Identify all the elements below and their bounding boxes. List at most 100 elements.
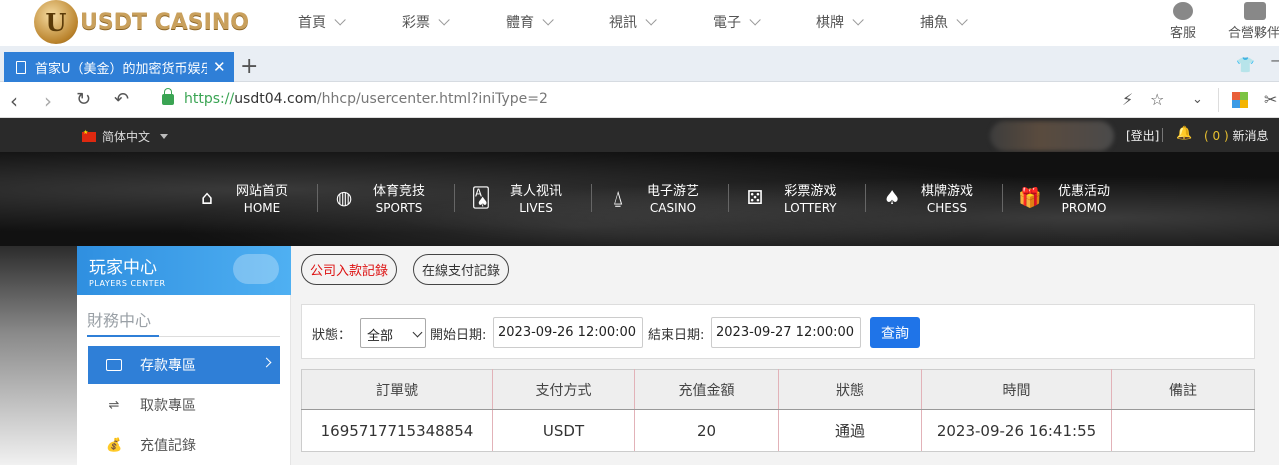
chevron-down-icon [852, 14, 864, 26]
nav-sports[interactable]: ◍ 体育竞技 SPORTS [317, 180, 464, 215]
strip-nav-lottery[interactable]: 彩票 [402, 12, 506, 32]
bell-icon[interactable]: 🔔 [1176, 126, 1192, 141]
tab-online-payment-records[interactable]: 在線支付記錄 [413, 254, 510, 285]
tab-title: 首家U（美金）的加密货币娱乐 [35, 61, 207, 77]
column-status: 狀態 [778, 369, 922, 410]
query-button[interactable]: 查詢 [870, 317, 920, 348]
player-center-sidebar: 玩家中心 PLAYERS CENTER 財務中心 存款專區 ⇌ 取款專區 💰 充… [77, 246, 291, 465]
basketball-icon: ◍ [335, 186, 353, 209]
strip-nav-home[interactable]: 首頁 [298, 12, 402, 32]
gift-icon: 🎁 [1018, 186, 1042, 209]
nav-casino[interactable]: ⍙ 电子游艺 CASINO [591, 180, 738, 215]
deposit-records-table: 訂單號 支付方式 充值金額 狀態 時間 備註 1695717715348854 … [301, 369, 1255, 452]
scissors-icon[interactable]: ✂ [1264, 90, 1277, 109]
china-flag-icon [82, 129, 96, 142]
strip-nav-video[interactable]: 視訊 [609, 12, 713, 32]
end-date-label: 結束日期: [648, 328, 705, 343]
lock-icon [162, 87, 174, 105]
new-tab-icon[interactable]: + [240, 54, 258, 79]
strip-nav-label: 首頁 [298, 15, 326, 31]
sidebar-item-deposit[interactable]: 存款專區 [88, 346, 280, 384]
nav-label-en: LIVES [519, 201, 553, 215]
cell-amount: 20 [634, 409, 779, 452]
status-label: 狀態： [312, 328, 352, 343]
column-order-number: 訂單號 [301, 369, 493, 410]
tab-company-deposit-records[interactable]: 公司入款記錄 [301, 254, 398, 285]
cards-icon: 🂡 [471, 186, 491, 209]
messages-link[interactable]: ( 0 ) 新消息 [1204, 127, 1268, 144]
logo-coin-icon: U [34, 0, 78, 44]
nav-chess[interactable]: ♠ 棋牌游戏 CHESS [865, 180, 1012, 215]
nav-label-en: LOTTERY [784, 201, 837, 215]
strip-nav-label: 電子 [713, 15, 741, 31]
lightning-icon[interactable]: ⚡ [1122, 90, 1133, 109]
table-header-row: 訂單號 支付方式 充值金額 狀態 時間 備註 [301, 369, 1255, 410]
chevron-down-icon [749, 14, 761, 26]
language-selector[interactable]: 简体中文 [82, 128, 169, 145]
close-icon[interactable]: ✕ [213, 58, 226, 76]
nav-lottery[interactable]: ⚄ 彩票游戏 LOTTERY [728, 180, 875, 215]
nav-lives[interactable]: 🂡 真人视讯 LIVES [454, 180, 601, 215]
chevron-down-icon[interactable]: ⌄ [1192, 92, 1203, 107]
address-bar: ‹ › ↻ ↶ https:// usdt04.com /hhcp/userce… [0, 82, 1279, 118]
chevron-down-icon [334, 14, 346, 26]
strip-nav-fishing[interactable]: 捕魚 [920, 12, 1020, 32]
strip-nav-label: 體育 [506, 15, 534, 31]
dice-icon: ⚄ [746, 186, 764, 209]
strip-nav-sports[interactable]: 體育 [506, 12, 609, 32]
nav-label-en: CASINO [649, 201, 697, 215]
nav-label-zh: 网站首页 [236, 184, 289, 199]
skin-icon[interactable]: 👕 [1236, 56, 1255, 74]
strip-nav-label: 視訊 [609, 15, 637, 31]
nav-label-zh: 真人视讯 [510, 184, 563, 199]
browser-tab[interactable]: 首家U（美金）的加密货币娱乐 ✕ [4, 52, 234, 82]
nav-label-zh: 体育竞技 [373, 184, 426, 199]
moneybag-icon: 💰 [106, 437, 123, 453]
sidebar-item-withdraw[interactable]: ⇌ 取款專區 [88, 386, 280, 424]
end-date-input[interactable]: 2023-09-27 12:00:00 [711, 317, 861, 348]
gamepad-icon [233, 254, 279, 284]
site-logo[interactable]: U USDT CASINO [34, 0, 249, 44]
sidebar-item-label: 存款專區 [140, 358, 196, 374]
sidebar-item-label: 充值記錄 [140, 438, 196, 454]
chevron-down-icon [438, 14, 450, 26]
nav-label-zh: 优惠活动 [1058, 184, 1111, 199]
customer-service-link[interactable]: 客服 [1170, 2, 1196, 41]
nav-label-en: HOME [243, 201, 281, 215]
back-icon[interactable]: ‹ [10, 89, 18, 113]
logo-text: USDT CASINO [80, 9, 249, 35]
forward-icon[interactable]: › [44, 89, 52, 113]
star-icon[interactable]: ☆ [1150, 90, 1164, 109]
message-count: ( 0 ) [1204, 129, 1229, 143]
nav-promo-text: 优惠活动 PROMO [1058, 180, 1110, 215]
card-icon [106, 359, 122, 371]
withdraw-icon: ⇌ [108, 397, 120, 413]
apps-icon[interactable] [1232, 92, 1248, 108]
nav-label-zh: 棋牌游戏 [921, 184, 974, 199]
strip-nav-electronic[interactable]: 電子 [713, 12, 816, 32]
browser-tab-bar: 首家U（美金）的加密货币娱乐 ✕ + 👕 − [0, 46, 1279, 82]
url-host: usdt04.com [234, 91, 317, 107]
nav-lives-text: 真人视讯 LIVES [510, 180, 562, 215]
nav-label-en: CHESS [926, 201, 968, 215]
status-select-value: 全部 [367, 329, 394, 344]
nav-casino-text: 电子游艺 CASINO [647, 180, 699, 215]
strip-nav-chess[interactable]: 棋牌 [816, 12, 920, 32]
minimize-icon[interactable]: − [1270, 54, 1279, 69]
start-date-input[interactable]: 2023-09-26 12:00:00 [493, 317, 643, 348]
nav-promo[interactable]: 🎁 优惠活动 PROMO [1002, 180, 1149, 215]
status-select[interactable]: 全部 [360, 318, 426, 348]
reload-icon[interactable]: ↻ [76, 89, 91, 110]
chevron-right-icon [261, 357, 272, 368]
logout-link[interactable]: [登出] [1126, 127, 1159, 144]
site-top-strip: U USDT CASINO 首頁 彩票 體育 視訊 電子 棋牌 捕魚 客服 合營… [0, 0, 1279, 46]
partner-link[interactable]: 合營夥伴 [1228, 2, 1279, 41]
sidebar-section-finance[interactable]: 財務中心 [87, 307, 280, 337]
sidebar-header: 玩家中心 PLAYERS CENTER [77, 246, 291, 295]
url-field[interactable]: https:// usdt04.com /hhcp/usercenter.htm… [162, 87, 548, 107]
sidebar-item-recharge-history[interactable]: 💰 充值記錄 [88, 426, 280, 464]
nav-home[interactable]: ⌂ 网站首页 HOME [190, 180, 327, 215]
undo-icon[interactable]: ↶ [114, 89, 129, 110]
cell-payment-method: USDT [492, 409, 635, 452]
joystick-icon: ⍙ [612, 186, 624, 209]
